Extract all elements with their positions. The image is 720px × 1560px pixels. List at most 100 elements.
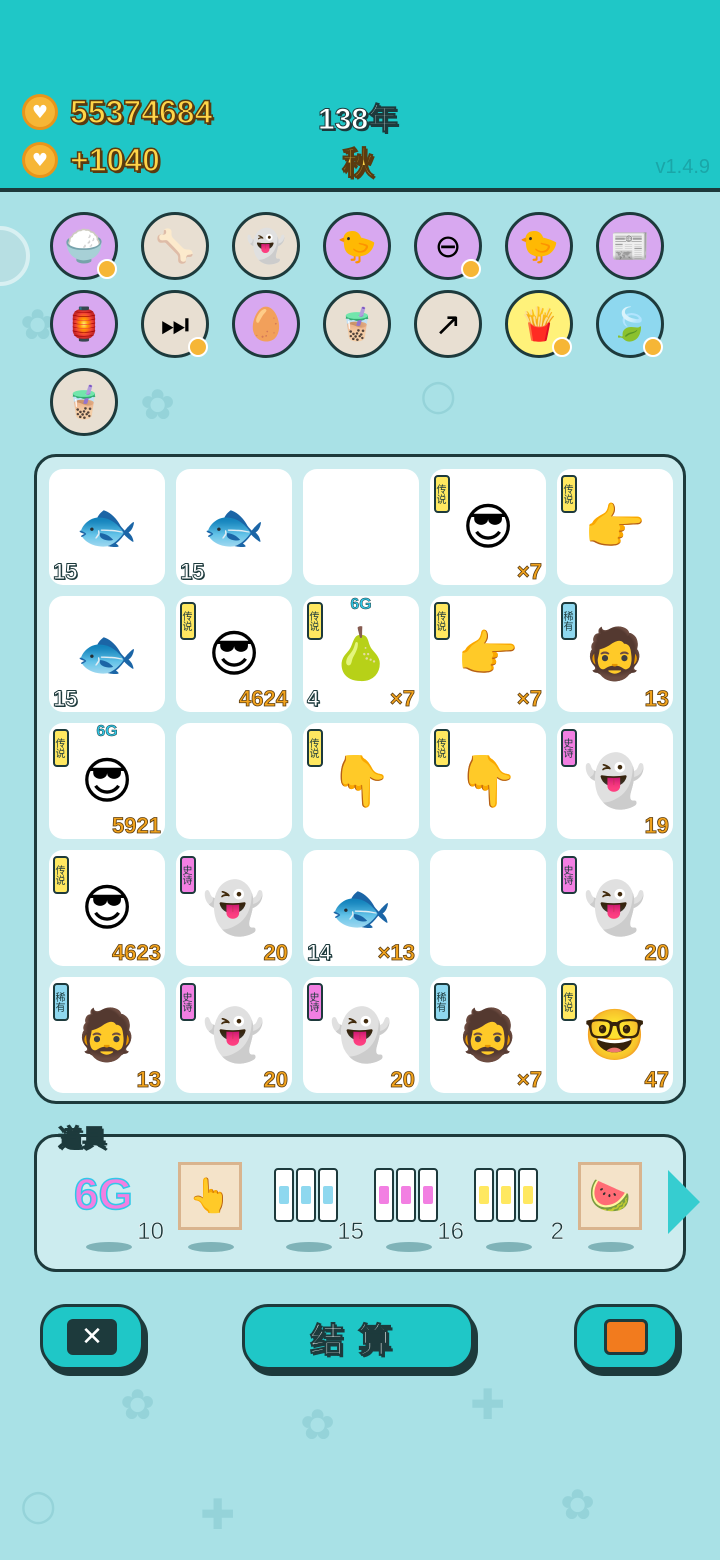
settle-label: 结算 bbox=[310, 1320, 406, 1361]
year-label: 138年 bbox=[317, 103, 399, 137]
slot-cell[interactable]: 👇 传说 bbox=[303, 723, 419, 839]
slot-cell[interactable]: 🐟 14 ×13 bbox=[303, 850, 419, 966]
slot-cell[interactable]: 👻 史诗 20 bbox=[303, 977, 419, 1093]
6g-tool[interactable]: 6G 10 bbox=[73, 1160, 164, 1256]
slot-cell[interactable]: 🤓 传说 47 bbox=[557, 977, 673, 1093]
time-magazine-icon[interactable]: 📰 bbox=[596, 212, 664, 280]
rarity-tag: 传说 bbox=[307, 729, 323, 767]
rarity-tag: 稀有 bbox=[434, 983, 450, 1021]
slot-cell[interactable]: 😎 传说 ×7 bbox=[430, 469, 546, 585]
arrow-card-icon[interactable]: ↗ bbox=[414, 290, 482, 358]
card-stack-icon bbox=[474, 1168, 538, 1222]
item-frame-icon: 👆 bbox=[178, 1162, 242, 1230]
epic-cards-tool[interactable]: 16 bbox=[374, 1160, 464, 1256]
rarity-tag: 传说 bbox=[53, 856, 69, 894]
rarity-tag: 传说 bbox=[307, 602, 323, 640]
slot-cell[interactable]: 👻 史诗 20 bbox=[176, 977, 292, 1093]
egg-icon[interactable]: 🥚 bbox=[232, 290, 300, 358]
rarity-tag: 传说 bbox=[434, 475, 450, 513]
slot-cell[interactable] bbox=[303, 469, 419, 585]
rarity-tag: 稀有 bbox=[53, 983, 69, 1021]
symbol-value: 14 bbox=[306, 940, 332, 966]
slot-cell[interactable]: 👻 史诗 20 bbox=[176, 850, 292, 966]
symbol-value: 15 bbox=[179, 559, 205, 585]
tools-title: 道具 bbox=[58, 1124, 107, 1153]
slot-cell[interactable]: 🐟 15 bbox=[49, 596, 165, 712]
rarity-tag: 传说 bbox=[434, 729, 450, 767]
card-stack-icon bbox=[274, 1168, 338, 1222]
chick-egg-icon[interactable]: 🐤 bbox=[323, 212, 391, 280]
flower-deco-icon: ✿ bbox=[120, 1380, 156, 1429]
side-menu-button[interactable] bbox=[0, 226, 30, 286]
symbol-count: ×7 bbox=[516, 686, 543, 712]
6g-label: 6G bbox=[73, 1169, 133, 1220]
watermelon-tool[interactable]: 🍉 bbox=[576, 1160, 666, 1256]
coin-income: +1040 bbox=[69, 141, 160, 179]
slot-cell[interactable]: 6G 🍐 传说 4 ×7 bbox=[303, 596, 419, 712]
dog-bowl-icon[interactable]: 🦴 bbox=[141, 212, 209, 280]
symbol-count: 13 bbox=[644, 686, 669, 712]
ghost-wink-icon[interactable]: 👻 bbox=[232, 212, 300, 280]
chick-egg-icon[interactable]: 🐤 bbox=[505, 212, 573, 280]
symbol-count: ×7 bbox=[389, 686, 416, 712]
bubble-tea-icon[interactable]: 🧋 bbox=[323, 290, 391, 358]
item-shadow bbox=[188, 1242, 234, 1252]
slot-cell[interactable]: 6G 😎 传说 5921 bbox=[49, 723, 165, 839]
slot-cell[interactable]: 👉 传说 ×7 bbox=[430, 596, 546, 712]
cancel-button[interactable]: ✕ bbox=[40, 1304, 144, 1370]
item-count: 16 bbox=[437, 1218, 464, 1246]
bag-button[interactable] bbox=[574, 1304, 678, 1370]
flower-deco-icon: ✿ bbox=[300, 1400, 336, 1449]
heart-badge-icon bbox=[97, 259, 117, 279]
card-stack-icon bbox=[374, 1168, 438, 1222]
symbol-count: 19 bbox=[644, 813, 669, 839]
skip-icon[interactable]: ⏭ bbox=[141, 290, 209, 358]
slot-cell[interactable]: 😎 传说 4623 bbox=[49, 850, 165, 966]
slot-cell[interactable]: 👉 传说 bbox=[557, 469, 673, 585]
slot-cell[interactable] bbox=[430, 850, 546, 966]
item-shadow bbox=[86, 1242, 132, 1252]
slot-cell[interactable]: 👻 史诗 19 bbox=[557, 723, 673, 839]
rarity-tag: 史诗 bbox=[180, 856, 196, 894]
slot-cell[interactable]: 🐟 15 bbox=[176, 469, 292, 585]
heart-coin-icon: ♥ bbox=[22, 94, 58, 130]
symbol-count: 4623 bbox=[112, 940, 162, 966]
slot-cell[interactable]: 🧔 稀有 13 bbox=[557, 596, 673, 712]
settle-button[interactable]: 结算 bbox=[242, 1304, 474, 1370]
rare-cards-tool[interactable]: 15 bbox=[274, 1160, 364, 1256]
rice-bowl-icon[interactable]: 🍚 bbox=[50, 212, 118, 280]
rarity-tag: 史诗 bbox=[307, 983, 323, 1021]
next-arrow-button[interactable] bbox=[668, 1170, 700, 1234]
slot-cell[interactable]: 🧔 稀有 13 bbox=[49, 977, 165, 1093]
legend-cards-tool[interactable]: 2 bbox=[474, 1160, 564, 1256]
hand-card-tool[interactable]: 👆 bbox=[176, 1160, 266, 1256]
leaf-icon[interactable]: 🍃 bbox=[596, 290, 664, 358]
slot-cell[interactable]: 👇 传说 bbox=[430, 723, 546, 839]
symbol-count: 20 bbox=[263, 1067, 288, 1093]
item-shadow bbox=[286, 1242, 332, 1252]
symbol-count: 20 bbox=[390, 1067, 415, 1093]
slot-cell[interactable]: 😎 传说 4624 bbox=[176, 596, 292, 712]
symbol-count: 47 bbox=[644, 1067, 669, 1093]
rarity-tag: 传说 bbox=[53, 729, 69, 767]
slot-cell[interactable]: 👻 史诗 20 bbox=[557, 850, 673, 966]
fries-icon[interactable]: 🍟 bbox=[505, 290, 573, 358]
rarity-tag: 史诗 bbox=[561, 856, 577, 894]
cross-deco-icon: ✚ bbox=[200, 1490, 236, 1539]
slot-board: 🐟 15 🐟 15 😎 传说 ×7 👉 传说 🐟 15 😎 传说 4624 6G 🍐 传说 4 ×7 👉 传说 ×7 🧔 稀有… bbox=[34, 454, 686, 1104]
slot-cell[interactable]: 🧔 稀有 ×7 bbox=[430, 977, 546, 1093]
slot-cell[interactable]: 🐟 15 bbox=[49, 469, 165, 585]
version-label: v1.4.9 bbox=[655, 156, 710, 178]
heart-badge-icon bbox=[188, 337, 208, 357]
bubble-tea-icon[interactable]: 🧋 bbox=[50, 368, 118, 436]
slot-cell[interactable] bbox=[176, 723, 292, 839]
ghost-lantern-icon[interactable]: 🏮 bbox=[50, 290, 118, 358]
flower-deco-icon: ✿ bbox=[560, 1480, 596, 1529]
item-shadow bbox=[486, 1242, 532, 1252]
item-count: 10 bbox=[137, 1218, 164, 1246]
rarity-tag: 史诗 bbox=[180, 983, 196, 1021]
heart-coin-icon: ♥ bbox=[22, 142, 58, 178]
symbol-count: 20 bbox=[644, 940, 669, 966]
minus-circle-icon[interactable]: ⊖ bbox=[414, 212, 482, 280]
rarity-tag: 稀有 bbox=[561, 602, 577, 640]
